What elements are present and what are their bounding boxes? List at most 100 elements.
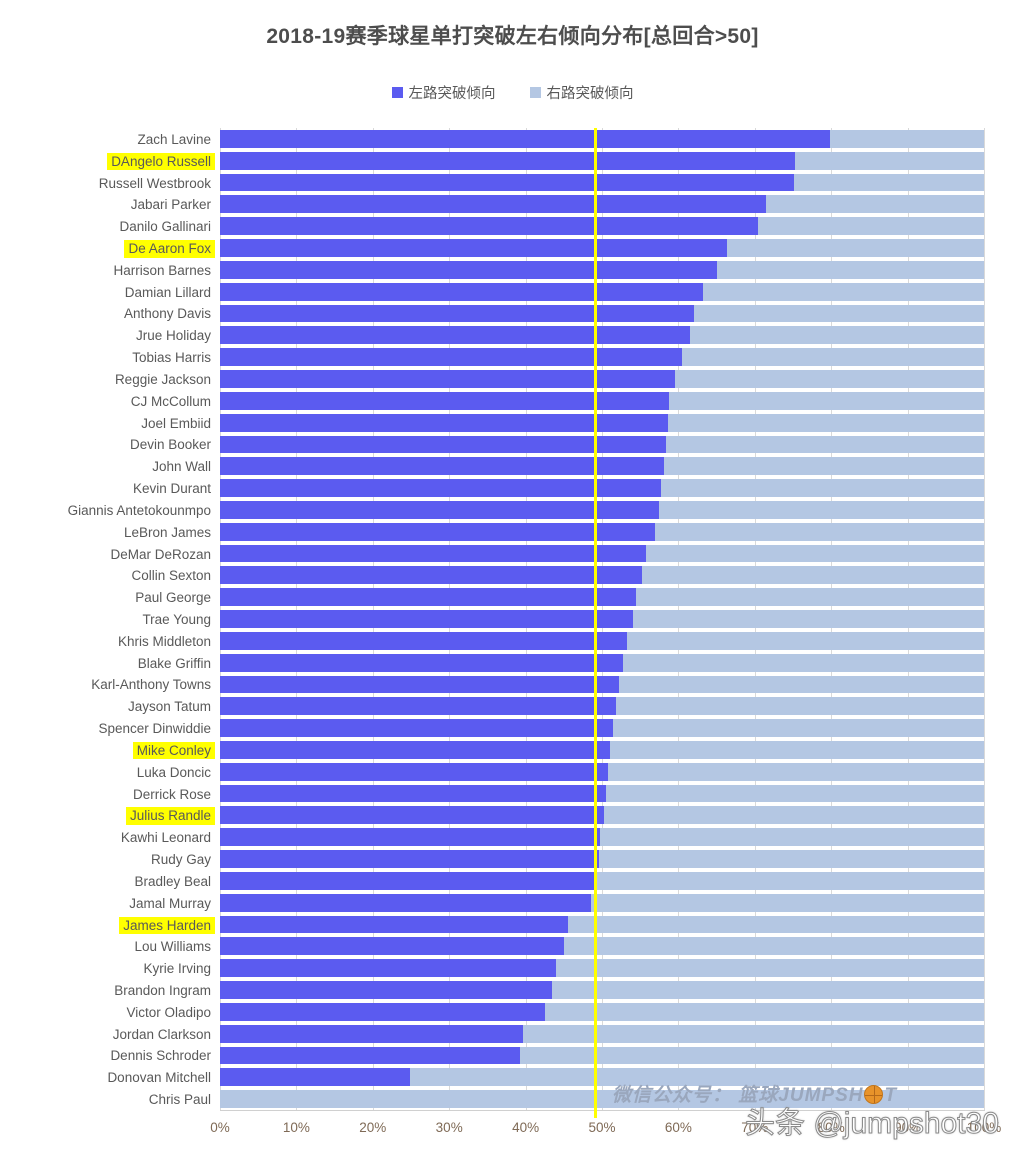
bar-segment-right[interactable] [556,959,984,978]
bar-row[interactable] [220,806,984,825]
bar-row[interactable] [220,653,984,672]
bar-row[interactable] [220,719,984,737]
bar-segment-left[interactable] [220,610,633,628]
bar-segment-right[interactable] [220,1090,984,1108]
bar-segment-left[interactable] [220,1068,411,1087]
bar-segment-right[interactable] [795,151,984,170]
bar-segment-left[interactable] [220,522,655,541]
bar-row[interactable] [220,741,984,759]
bar-row[interactable] [220,457,984,476]
bar-segment-right[interactable] [544,1002,984,1021]
bar-segment-left[interactable] [220,937,564,956]
bar-segment-right[interactable] [610,741,984,759]
bar-segment-left[interactable] [220,304,694,323]
bar-segment-right[interactable] [598,850,984,868]
bar-segment-left[interactable] [220,151,796,170]
bar-row[interactable] [220,1024,984,1043]
bar-segment-right[interactable] [829,130,984,148]
bar-segment-right[interactable] [563,937,984,956]
bar-row[interactable] [220,981,984,999]
bar-row[interactable] [220,959,984,978]
bar-segment-right[interactable] [666,435,984,454]
bar-segment-left[interactable] [220,871,594,890]
bar-row[interactable] [220,937,984,956]
bar-segment-right[interactable] [600,828,984,847]
bar-segment-left[interactable] [220,850,599,868]
bar-row[interactable] [220,173,984,192]
bar-row[interactable] [220,304,984,323]
bar-segment-left[interactable] [220,741,611,759]
bar-segment-right[interactable] [603,806,984,825]
bar-segment-right[interactable] [702,282,984,301]
bar-segment-right[interactable] [520,1046,984,1065]
bar-segment-right[interactable] [523,1024,984,1043]
legend-item[interactable]: 右路突破倾向 [529,82,634,103]
bar-row[interactable] [220,871,984,890]
bar-segment-left[interactable] [220,631,628,650]
bar-row[interactable] [220,217,984,236]
bar-segment-right[interactable] [608,762,984,781]
bar-row[interactable] [220,500,984,519]
bar-segment-right[interactable] [632,610,984,628]
bar-row[interactable] [220,828,984,847]
bar-segment-right[interactable] [605,784,984,803]
bar-segment-left[interactable] [220,675,619,694]
bar-segment-left[interactable] [220,697,616,716]
bar-row[interactable] [220,391,984,410]
bar-segment-right[interactable] [612,719,984,737]
bar-segment-right[interactable] [635,588,984,607]
bar-segment-right[interactable] [682,348,984,367]
bar-row[interactable] [220,588,984,607]
bar-segment-left[interactable] [220,391,670,410]
bar-row[interactable] [220,1090,984,1108]
bar-segment-left[interactable] [220,981,553,999]
bar-segment-right[interactable] [669,391,984,410]
bar-segment-right[interactable] [726,239,984,257]
bar-segment-right[interactable] [654,522,984,541]
legend-item[interactable]: 左路突破倾向 [391,82,496,103]
bar-row[interactable] [220,631,984,650]
bar-segment-right[interactable] [793,173,984,192]
bar-row[interactable] [220,479,984,497]
bar-segment-right[interactable] [642,566,984,585]
bar-segment-right[interactable] [568,915,984,934]
bar-segment-left[interactable] [220,413,668,432]
bar-segment-right[interactable] [675,370,984,388]
bar-segment-left[interactable] [220,130,830,148]
bar-segment-right[interactable] [623,653,984,672]
bar-row[interactable] [220,522,984,541]
bar-segment-right[interactable] [591,893,984,912]
bar-segment-left[interactable] [220,370,676,388]
bar-segment-right[interactable] [627,631,984,650]
bar-row[interactable] [220,1002,984,1021]
bar-row[interactable] [220,151,984,170]
bar-segment-left[interactable] [220,762,609,781]
bar-row[interactable] [220,239,984,257]
bar-segment-left[interactable] [220,1024,524,1043]
bar-segment-right[interactable] [410,1068,984,1087]
bar-segment-right[interactable] [667,413,984,432]
bar-segment-left[interactable] [220,1046,521,1065]
bar-row[interactable] [220,435,984,454]
bar-segment-left[interactable] [220,719,613,737]
bar-segment-left[interactable] [220,260,717,279]
bar-segment-right[interactable] [689,326,984,345]
bar-row[interactable] [220,130,984,148]
bar-segment-left[interactable] [220,173,794,192]
bar-segment-right[interactable] [615,697,984,716]
bar-segment-left[interactable] [220,1002,545,1021]
bar-segment-right[interactable] [663,457,984,476]
bar-row[interactable] [220,326,984,345]
bar-segment-left[interactable] [220,348,683,367]
bar-segment-left[interactable] [220,566,643,585]
bar-segment-right[interactable] [757,217,984,236]
bar-row[interactable] [220,675,984,694]
bar-row[interactable] [220,1046,984,1065]
bar-segment-left[interactable] [220,217,758,236]
bar-segment-right[interactable] [593,871,984,890]
bar-segment-left[interactable] [220,435,667,454]
bar-segment-left[interactable] [220,282,703,301]
bar-segment-left[interactable] [220,195,767,214]
bar-segment-left[interactable] [220,806,604,825]
bar-segment-left[interactable] [220,457,664,476]
